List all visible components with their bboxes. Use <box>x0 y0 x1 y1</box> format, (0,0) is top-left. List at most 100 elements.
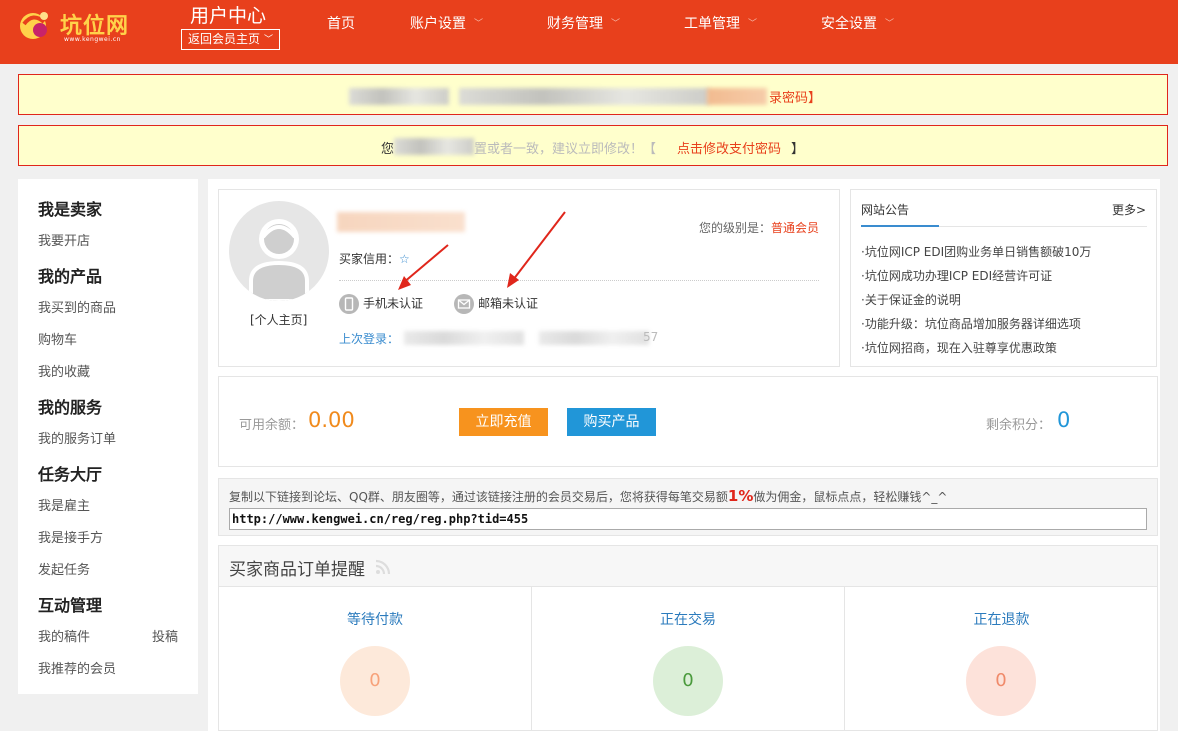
last-login-label: 上次登录： <box>339 332 400 346</box>
logo-url: www.kengwei.cn <box>64 36 121 43</box>
sidebar-item-referred-members[interactable]: 我推荐的会员 <box>38 658 116 677</box>
sidebar-item-cart[interactable]: 购物车 <box>38 329 77 348</box>
trading-label[interactable]: 正在交易 <box>532 609 844 629</box>
member-level: 您的级别是：普通会员 <box>699 219 819 236</box>
order-status-refunding: 正在退款 0 <box>845 587 1158 731</box>
order-status-pending-payment: 等待付款 0 <box>219 587 532 731</box>
buyer-orders-panel: 买家商品订单提醒 等待付款 0 正在交易 0 正在退款 0 <box>218 545 1158 731</box>
phone-status: 手机未认证 <box>363 296 424 311</box>
sidebar-item-taker[interactable]: 我是接手方 <box>38 527 103 546</box>
chevron-down-icon: ﹀ <box>263 35 273 45</box>
site-logo[interactable]: 坑位网 www.kengwei.cn <box>18 6 146 46</box>
referral-text-before: 复制以下链接到论坛、QQ群、朋友圈等，通过该链接注册的会员交易后，您将获得每笔交… <box>229 490 728 504</box>
more-link[interactable]: 更多> <box>1112 201 1146 218</box>
redacted-link <box>707 88 767 105</box>
redacted-username <box>337 212 465 232</box>
sidebar-heading-services: 我的服务 <box>38 398 103 417</box>
email-status: 邮箱未认证 <box>478 296 539 311</box>
nav-home[interactable]: 首页 <box>327 13 355 33</box>
divider <box>339 280 819 281</box>
nav-home-label: 首页 <box>327 16 355 32</box>
notice-prefix: 您 <box>381 142 395 157</box>
change-login-password-link[interactable]: 录密码】 <box>769 91 821 106</box>
redacted-login-time <box>539 331 649 345</box>
buyer-credit: 买家信用：☆ <box>339 250 410 267</box>
personal-home-link[interactable]: [个人主页] <box>250 311 307 328</box>
available-balance-value: 0.00 <box>308 408 355 432</box>
points-value: 0 <box>1057 408 1071 432</box>
redacted-text <box>394 138 474 155</box>
star-icon: ☆ <box>399 252 410 266</box>
sidebar-item-submit[interactable]: 投稿 <box>152 626 178 645</box>
announcement-item[interactable]: ·关于保证金的说明 <box>861 291 961 308</box>
phone-verification[interactable]: 手机未认证 <box>339 294 423 318</box>
sidebar-item-post-task[interactable]: 发起任务 <box>38 559 90 578</box>
back-button-label: 返回会员主页 <box>188 32 261 46</box>
back-to-member-home-button[interactable]: 返回会员主页 ﹀ <box>181 29 280 50</box>
sidebar-heading-products: 我的产品 <box>38 267 103 286</box>
change-pay-password-link[interactable]: 点击修改支付密码 <box>677 138 781 157</box>
nav-finance-label: 财务管理 <box>547 16 603 32</box>
announcement-item[interactable]: ·坑位网成功办理ICP EDI经营许可证 <box>861 267 1052 284</box>
announcement-title: 网站公告 <box>861 203 910 217</box>
referral-text-after: 做为佣金，鼠标点点，轻松赚钱^_^ <box>753 490 948 504</box>
level-label: 您的级别是： <box>699 221 772 235</box>
chevron-down-icon: ﹀ <box>885 19 895 29</box>
last-login-tail: 57 <box>643 330 659 344</box>
email-verification[interactable]: 邮箱未认证 <box>454 294 538 318</box>
orders-title: 买家商品订单提醒 <box>229 560 365 580</box>
nav-tickets-label: 工单管理 <box>684 16 740 32</box>
announcement-item[interactable]: ·坑位网招商，现在入驻尊享优惠政策 <box>861 339 1057 356</box>
referral-panel: 复制以下链接到论坛、QQ群、朋友圈等，通过该链接注册的会员交易后，您将获得每笔交… <box>218 478 1158 536</box>
tab-underline <box>861 225 939 227</box>
announcement-item[interactable]: ·坑位网ICP EDI团购业务单日销售额破10万 <box>861 243 1091 260</box>
sidebar-item-my-drafts[interactable]: 我的稿件 <box>38 626 90 645</box>
nav-tickets[interactable]: 工单管理 ﹀ <box>684 13 757 33</box>
refunding-label[interactable]: 正在退款 <box>845 609 1158 629</box>
nav-security[interactable]: 安全设置 ﹀ <box>821 13 894 33</box>
refunding-count[interactable]: 0 <box>966 646 1036 716</box>
announcement-panel: 网站公告 更多> ·坑位网ICP EDI团购业务单日销售额破10万 ·坑位网成功… <box>850 189 1157 367</box>
avatar[interactable] <box>229 201 329 301</box>
referral-description: 复制以下链接到论坛、QQ群、朋友圈等，通过该链接注册的会员交易后，您将获得每笔交… <box>229 487 948 505</box>
level-value[interactable]: 普通会员 <box>771 221 819 235</box>
sidebar: 我是卖家 我要开店 我的产品 我买到的商品 购物车 我的收藏 我的服务 我的服务… <box>18 179 198 694</box>
sidebar-item-favorites[interactable]: 我的收藏 <box>38 361 90 380</box>
redacted-text <box>459 88 709 105</box>
sidebar-item-service-orders[interactable]: 我的服务订单 <box>38 428 116 447</box>
recharge-button[interactable]: 立即充值 <box>459 408 548 436</box>
notice-suffix: 】 <box>791 142 805 157</box>
pending-payment-count[interactable]: 0 <box>340 646 410 716</box>
divider <box>939 226 1147 227</box>
sidebar-heading-tasks: 任务大厅 <box>38 465 103 484</box>
phone-icon <box>339 294 359 314</box>
chevron-down-icon: ﹀ <box>474 19 484 29</box>
profile-card: [个人主页] 您的级别是：普通会员 买家信用：☆ 手机未认证 邮箱未认证 上次登… <box>218 189 840 367</box>
redacted-login-ip <box>404 331 524 345</box>
notice-login-password: 录密码】 <box>18 74 1168 115</box>
mail-icon <box>454 294 474 314</box>
trading-count[interactable]: 0 <box>653 646 723 716</box>
balance-panel: 可用余额： 0.00 立即充值 购买产品 剩余积分： 0 <box>218 376 1158 467</box>
user-silhouette-icon <box>249 219 309 301</box>
available-balance-label: 可用余额： <box>239 418 305 433</box>
sidebar-item-open-shop[interactable]: 我要开店 <box>38 230 90 249</box>
announcement-item[interactable]: ·功能升级：坑位商品增加服务器详细选项 <box>861 315 1081 332</box>
pending-payment-label[interactable]: 等待付款 <box>219 609 531 629</box>
sidebar-item-employer[interactable]: 我是雇主 <box>38 495 90 514</box>
top-header: 坑位网 www.kengwei.cn 用户中心 返回会员主页 ﹀ 首页 账户设置… <box>0 0 1178 64</box>
nav-finance[interactable]: 财务管理 ﹀ <box>547 13 620 33</box>
sidebar-heading-seller: 我是卖家 <box>38 200 103 219</box>
buy-product-button[interactable]: 购买产品 <box>567 408 656 436</box>
referral-percent: 1% <box>727 487 754 505</box>
sidebar-item-bought[interactable]: 我买到的商品 <box>38 297 116 316</box>
sidebar-heading-interaction: 互动管理 <box>38 596 103 615</box>
chevron-down-icon: ﹀ <box>748 19 758 29</box>
referral-link-input[interactable]: http://www.kengwei.cn/reg/reg.php?tid=45… <box>229 508 1147 530</box>
page-title: 用户中心 <box>190 5 267 27</box>
orders-header: 买家商品订单提醒 <box>219 546 1157 587</box>
nav-account-settings[interactable]: 账户设置 ﹀ <box>410 13 483 33</box>
rss-icon <box>375 559 391 575</box>
credit-label: 买家信用： <box>339 252 400 266</box>
notice-middle: 置或者一致，建议立即修改！【 <box>474 142 657 157</box>
